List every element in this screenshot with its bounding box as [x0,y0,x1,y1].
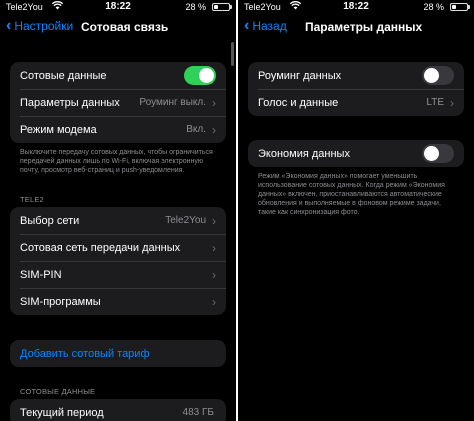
page-title: Параметры данных [305,20,423,34]
chevron-right-icon: › [212,267,216,282]
data-usage-group: Текущий период 483 ГБ [10,399,226,421]
add-plan-label: Добавить сотовый тариф [20,347,150,360]
row-network-selection[interactable]: Выбор сети Tele2You › [10,207,226,234]
row-label: SIM-программы [20,295,101,308]
back-label: Назад [252,19,287,33]
add-cellular-plan-button[interactable]: Добавить сотовый тариф [10,340,226,367]
add-plan-group: Добавить сотовый тариф [10,340,226,367]
chevron-right-icon: › [212,294,216,309]
back-button[interactable]: ‹ Назад [244,17,287,34]
row-label: Сотовая сеть передачи данных [20,241,181,254]
row-value: Tele2You [165,215,206,226]
row-value: 483 ГБ [182,407,214,418]
row-voice-data[interactable]: Голос и данные LTE › [248,89,464,116]
row-label: Выбор сети [20,214,80,227]
chevron-left-icon: ‹ [244,17,250,34]
battery-icon [212,3,230,11]
back-button[interactable]: ‹ Настройки [6,17,74,34]
row-label: Параметры данных [20,96,120,109]
row-label: Сотовые данные [20,69,107,82]
cellular-data-toggle[interactable] [184,66,216,85]
section-header-carrier: TELE2 [20,195,44,204]
low-data-mode-toggle[interactable] [422,144,454,163]
data-options-group: Роуминг данных Голос и данные LTE › [248,62,464,116]
data-roaming-toggle[interactable] [422,66,454,85]
row-label: Текущий период [20,406,104,419]
low-data-mode-footnote: Режим «Экономия данных» помогает уменьши… [258,173,445,216]
page-title: Сотовая связь [81,20,169,34]
status-bar: Tele2You 18:22 28 % [0,0,236,14]
row-label: Режим модема [20,123,97,136]
row-value: Вкл. [186,124,206,135]
row-label: Экономия данных [258,147,350,160]
navigation-bar: ‹ Назад Параметры данных [238,14,474,40]
cellular-main-group: Сотовые данные Параметры данных Роуминг … [10,62,226,143]
row-label: Роуминг данных [258,69,342,82]
section-header-cellular-data: СОТОВЫЕ ДАННЫЕ [20,387,96,396]
row-value: LTE [426,97,444,108]
row-sim-apps[interactable]: SIM-программы › [10,288,226,315]
battery-tip [468,5,470,9]
row-cellular-data: Сотовые данные [10,62,226,89]
row-data-roaming: Роуминг данных [248,62,464,89]
chevron-left-icon: ‹ [6,17,12,34]
low-data-mode-group: Экономия данных [248,140,464,167]
carrier-group: Выбор сети Tele2You › Сотовая сеть перед… [10,207,226,315]
row-label: Голос и данные [258,96,339,109]
back-label: Настройки [14,19,74,33]
row-hotspot[interactable]: Режим модема Вкл. › [10,116,226,143]
battery-tip [230,5,232,9]
row-value: Роуминг выкл. [139,97,206,108]
cellular-footnote: Выключите передачу сотовых данных, чтобы… [20,149,213,174]
battery-percent: 28 % [185,2,206,12]
toggle-knob [424,146,439,161]
chevron-right-icon: › [212,240,216,255]
chevron-right-icon: › [212,213,216,228]
chevron-right-icon: › [450,95,454,110]
row-low-data-mode: Экономия данных [248,140,464,167]
data-options-screen: Tele2You 18:22 28 % ‹ Назад Параметры да… [238,0,474,421]
row-label: SIM-PIN [20,268,62,281]
row-sim-pin[interactable]: SIM-PIN › [10,261,226,288]
chevron-right-icon: › [212,95,216,110]
navigation-bar: ‹ Настройки Сотовая связь [0,14,236,40]
cellular-screen: Tele2You 18:22 28 % ‹ Настройки Сотовая … [0,0,236,421]
row-current-period: Текущий период 483 ГБ [10,399,226,421]
battery-icon [450,3,468,11]
toggle-knob [424,68,439,83]
battery-percent: 28 % [423,2,444,12]
row-data-options[interactable]: Параметры данных Роуминг выкл. › [10,89,226,116]
scroll-indicator[interactable] [231,42,234,66]
status-bar: Tele2You 18:22 28 % [238,0,474,14]
toggle-knob [199,68,214,83]
chevron-right-icon: › [212,122,216,137]
row-cellular-data-network[interactable]: Сотовая сеть передачи данных › [10,234,226,261]
